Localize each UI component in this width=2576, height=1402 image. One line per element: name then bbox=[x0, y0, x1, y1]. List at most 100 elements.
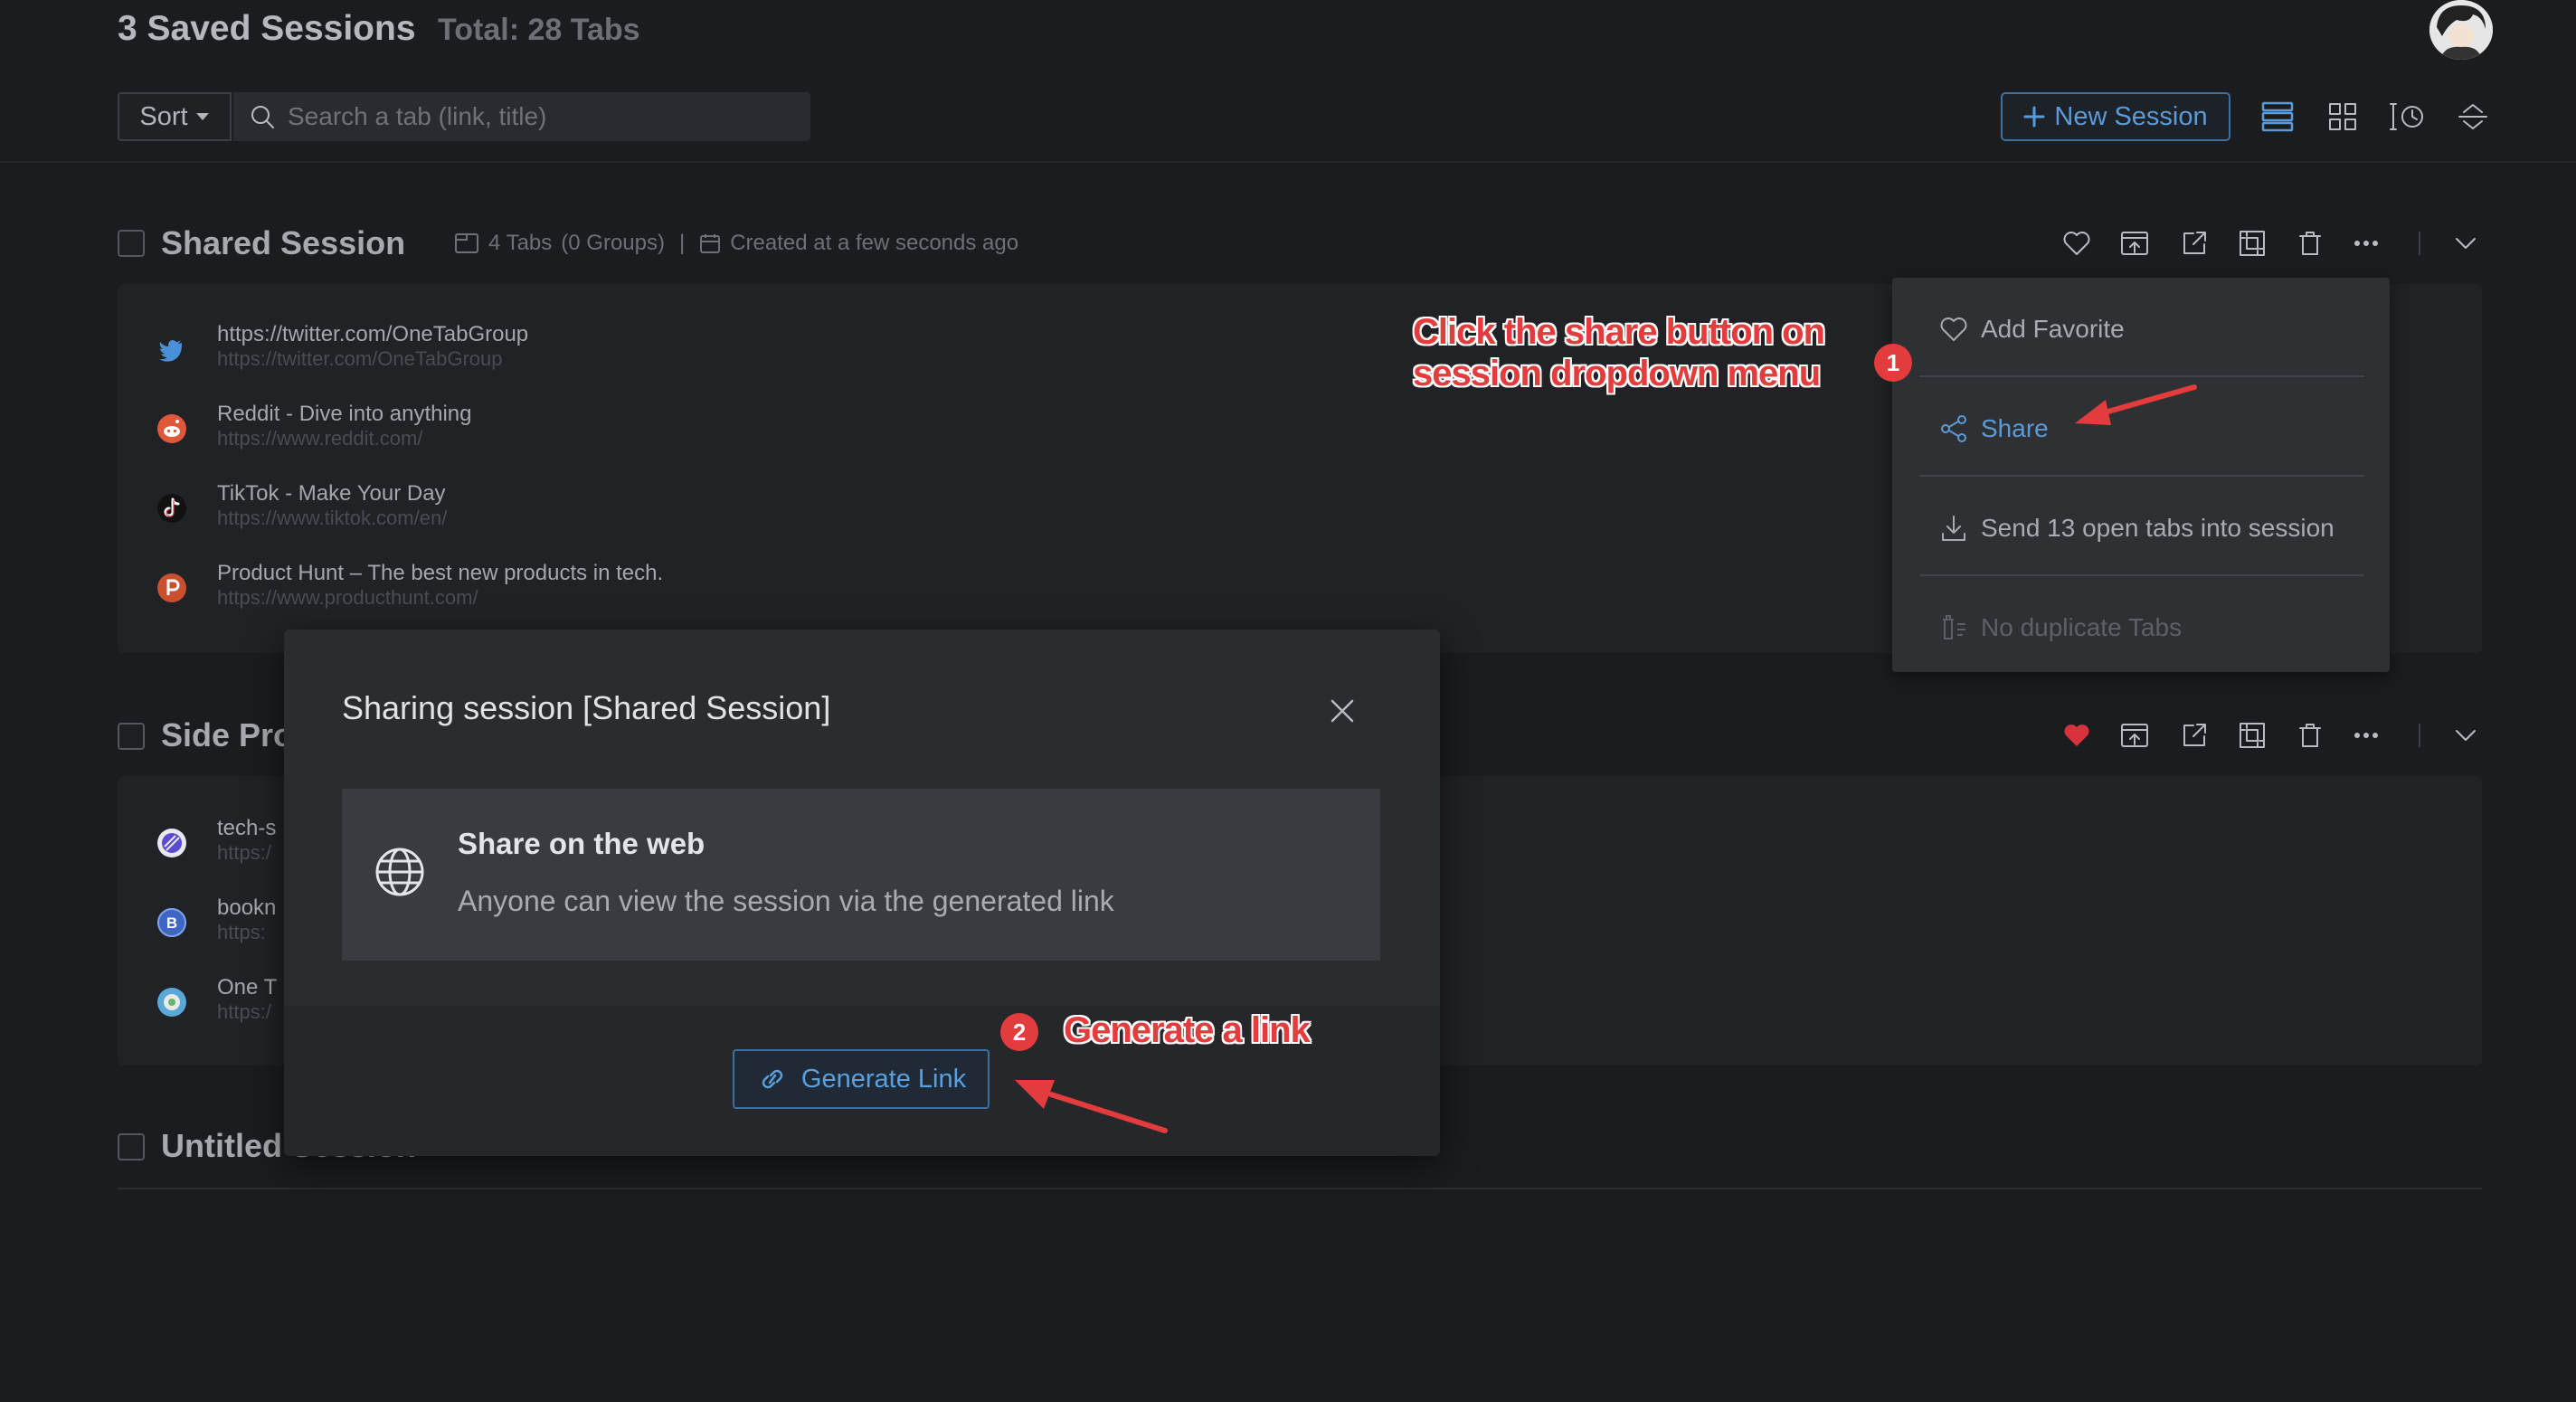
session-checkbox[interactable] bbox=[118, 1133, 145, 1160]
session-name[interactable]: Shared Session bbox=[161, 224, 405, 262]
menu-item-label: Send 13 open tabs into session bbox=[1981, 514, 2334, 542]
close-button[interactable] bbox=[1324, 693, 1360, 729]
actions-separator bbox=[2419, 232, 2420, 255]
open-tabs-button[interactable] bbox=[2176, 717, 2212, 753]
link-icon bbox=[762, 1069, 783, 1089]
expand-collapse-icon bbox=[2458, 104, 2487, 129]
bookmark-b-icon: B bbox=[157, 908, 186, 937]
annotation-step2-text: Generate a link bbox=[1064, 1010, 1311, 1050]
session-actions bbox=[2059, 717, 2476, 753]
open-window-icon bbox=[2121, 232, 2148, 255]
avatar[interactable] bbox=[2429, 0, 2493, 60]
new-session-button[interactable]: New Session bbox=[2001, 92, 2230, 141]
search-icon bbox=[251, 106, 274, 128]
share-session-modal: Sharing session [Shared Session] Share o… bbox=[284, 630, 1440, 1156]
open-tabs-button[interactable] bbox=[2176, 225, 2212, 261]
session-checkbox[interactable] bbox=[118, 230, 145, 257]
list-view-button[interactable] bbox=[2258, 97, 2297, 137]
history-button[interactable] bbox=[2388, 97, 2428, 137]
session-divider bbox=[118, 1188, 2482, 1189]
menu-divider bbox=[1919, 475, 2364, 477]
page-title: 3 Saved Sessions bbox=[118, 9, 416, 48]
favorite-button[interactable] bbox=[2059, 717, 2095, 753]
send-open-tabs-menu-item[interactable]: Send 13 open tabs into session bbox=[1939, 478, 2364, 578]
step1-badge: 1 bbox=[1874, 344, 1912, 382]
favorite-button[interactable] bbox=[2059, 225, 2095, 261]
collapse-all-button[interactable] bbox=[2453, 97, 2493, 137]
close-icon bbox=[1331, 699, 1354, 723]
tiktok-icon bbox=[157, 494, 186, 523]
more-button[interactable] bbox=[2348, 225, 2384, 261]
heart-icon bbox=[2063, 232, 2090, 255]
caret-down-icon bbox=[195, 113, 209, 120]
more-horizontal-icon bbox=[2354, 241, 2378, 246]
heart-icon bbox=[1940, 317, 1967, 341]
created-at: Created at a few seconds ago bbox=[730, 231, 1019, 255]
arrow-annotation-1 bbox=[2075, 384, 2197, 425]
share-on-web-card[interactable]: Share on the web Anyone can view the ses… bbox=[342, 789, 1380, 961]
tab-url: https://twitter.com/OneTabGroup bbox=[217, 347, 503, 370]
session-dropdown-menu: Add Favorite Share Send 13 open tabs int… bbox=[1892, 278, 2390, 672]
twitter-icon bbox=[157, 335, 186, 364]
screenshot-button[interactable] bbox=[2234, 225, 2270, 261]
add-favorite-menu-item[interactable]: Add Favorite bbox=[1939, 279, 2364, 379]
generate-link-label: Generate Link bbox=[800, 1064, 967, 1094]
external-link-icon bbox=[2183, 232, 2206, 254]
onetab-icon bbox=[157, 988, 186, 1017]
menu-item-label: Share bbox=[1981, 414, 2049, 442]
window-icon bbox=[455, 233, 478, 253]
arrow-annotation-2 bbox=[1015, 1080, 1168, 1133]
open-window-icon bbox=[2121, 724, 2148, 747]
tab-title: Reddit - Dive into anything bbox=[217, 402, 472, 426]
tab-title: Product Hunt – The best new products in … bbox=[217, 561, 664, 585]
tab-url: https: bbox=[217, 921, 266, 943]
delete-button[interactable] bbox=[2292, 717, 2328, 753]
search-box[interactable] bbox=[233, 92, 810, 141]
more-horizontal-icon bbox=[2354, 733, 2378, 738]
reddit-icon bbox=[157, 414, 186, 443]
modal-title: Sharing session [Shared Session] bbox=[342, 689, 831, 726]
session-actions bbox=[2059, 225, 2476, 261]
grid-view-button[interactable] bbox=[2323, 97, 2363, 137]
external-link-icon bbox=[2183, 724, 2206, 746]
tab-url: https://www.reddit.com/ bbox=[217, 427, 423, 450]
annotation-line: session dropdown menu bbox=[1413, 354, 1821, 393]
sort-button[interactable]: Sort bbox=[118, 92, 232, 141]
tab-title: bookn bbox=[217, 895, 277, 920]
annotation-step1-text: Click the share button on session dropdo… bbox=[1413, 311, 1825, 394]
tab-title: https://twitter.com/OneTabGroup bbox=[217, 322, 529, 346]
tab-url: https://www.tiktok.com/en/ bbox=[217, 507, 448, 529]
focus-icon bbox=[2240, 231, 2265, 256]
tab-title: TikTok - Make Your Day bbox=[217, 481, 446, 506]
header-divider bbox=[0, 161, 2576, 163]
restore-button[interactable] bbox=[2117, 225, 2153, 261]
session-name[interactable]: Side Pro bbox=[161, 716, 293, 754]
tab-url: https:/ bbox=[217, 1000, 271, 1023]
globe-icon bbox=[375, 848, 424, 896]
more-button[interactable] bbox=[2348, 717, 2384, 753]
session-meta: 4 Tabs (0 Groups) | Created at a few sec… bbox=[454, 231, 1018, 256]
collapse-session-button[interactable] bbox=[2448, 225, 2484, 261]
tabs-count: 4 Tabs bbox=[488, 231, 553, 255]
screenshot-button[interactable] bbox=[2234, 717, 2270, 753]
heart-filled-icon bbox=[2064, 725, 2089, 746]
grid-view-icon bbox=[2329, 103, 2356, 130]
tab-url: https://www.producthunt.com/ bbox=[217, 586, 478, 609]
restore-button[interactable] bbox=[2117, 717, 2153, 753]
menu-divider bbox=[1919, 574, 2364, 576]
meta-separator: | bbox=[678, 231, 686, 255]
no-duplicate-tabs-menu-item[interactable]: No duplicate Tabs bbox=[1939, 578, 2364, 677]
collapse-session-button[interactable] bbox=[2448, 717, 2484, 753]
groups-count: (0 Groups) bbox=[561, 231, 665, 255]
tab-title: One T bbox=[217, 975, 278, 999]
annotation-line: Click the share button on bbox=[1413, 312, 1825, 352]
delete-button[interactable] bbox=[2292, 225, 2328, 261]
generate-link-button[interactable]: Generate Link bbox=[733, 1049, 990, 1109]
calendar-icon bbox=[700, 234, 721, 253]
new-session-label: New Session bbox=[2054, 101, 2208, 131]
chevron-down-icon bbox=[2456, 730, 2476, 741]
share-card-title: Share on the web bbox=[458, 827, 706, 860]
search-input[interactable] bbox=[286, 101, 796, 132]
download-icon bbox=[1942, 516, 1965, 541]
session-checkbox[interactable] bbox=[118, 723, 145, 750]
